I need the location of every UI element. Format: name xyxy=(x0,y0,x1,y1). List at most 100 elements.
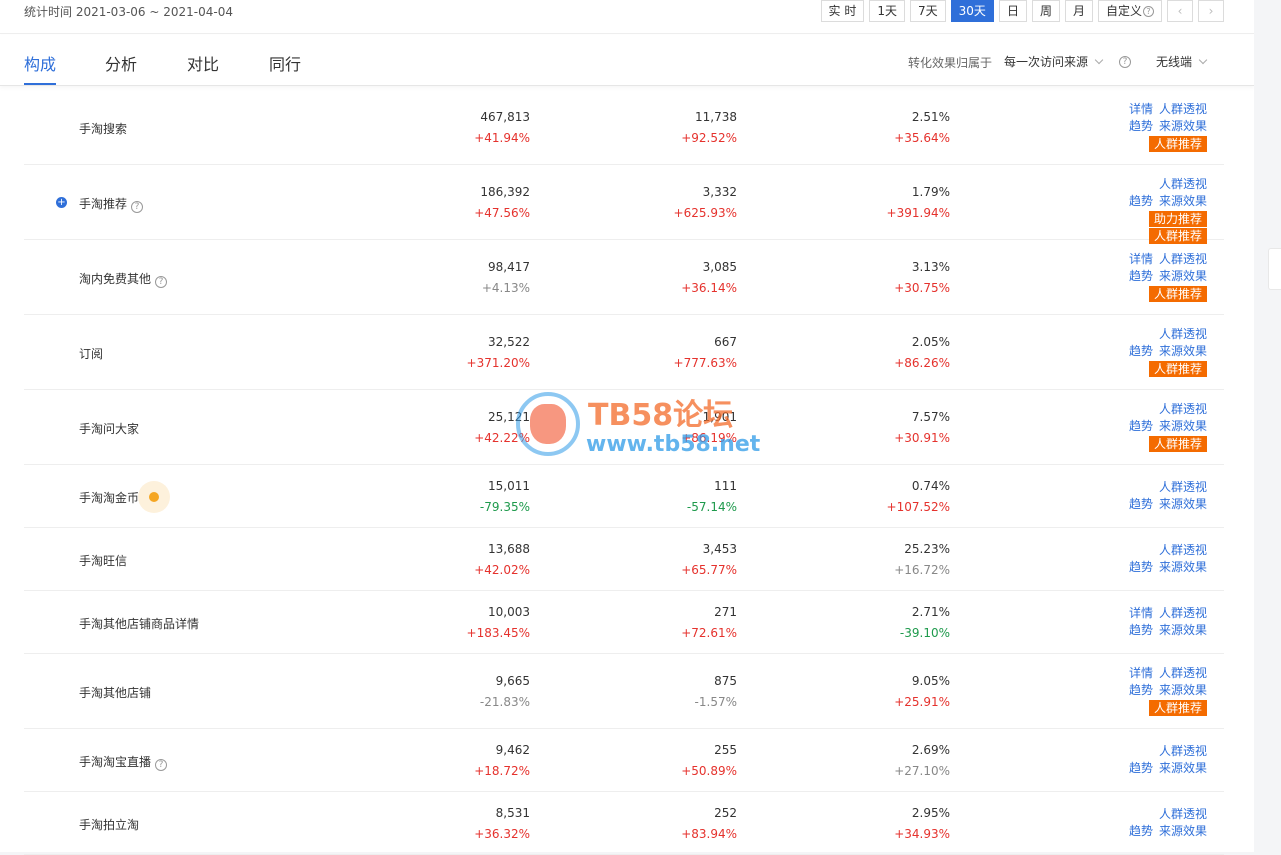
period-30day-button[interactable]: 30天 xyxy=(950,0,994,22)
metric-cell: 2.71% -39.10% xyxy=(810,602,950,644)
trend-link[interactable]: 趋势 xyxy=(1129,344,1153,358)
source-effect-link[interactable]: 来源效果 xyxy=(1159,560,1207,574)
crowd-insight-link[interactable]: 人群透视 xyxy=(1159,402,1207,416)
attribution-select[interactable]: 每一次访问来源 xyxy=(1004,53,1104,70)
table-row: 手淘问大家 25,121 +42.22% 1,901 +86.19% 7.57% +30.9… xyxy=(24,390,1224,465)
source-effect-link[interactable]: 来源效果 xyxy=(1159,119,1207,133)
metric-value: 2.71% xyxy=(911,604,950,619)
trend-link[interactable]: 趋势 xyxy=(1129,269,1153,283)
source-effect-link[interactable]: 来源效果 xyxy=(1159,497,1207,511)
metric-change: +41.94% xyxy=(474,130,530,145)
source-effect-link[interactable]: 来源效果 xyxy=(1159,419,1207,433)
period-month-button[interactable]: 月 xyxy=(1064,0,1093,22)
boost-recommend-tag[interactable]: 助力推荐 xyxy=(1148,211,1207,227)
prev-period-button[interactable]: ‹ xyxy=(1167,0,1193,22)
crowd-recommend-tag[interactable]: 人群推荐 xyxy=(1148,136,1207,152)
crowd-insight-link[interactable]: 人群透视 xyxy=(1159,177,1207,191)
metric-change: +30.75% xyxy=(894,280,950,295)
chevron-down-icon xyxy=(1094,55,1104,65)
metric-cell: 271 +72.61% xyxy=(597,602,737,644)
source-effect-link[interactable]: 来源效果 xyxy=(1159,824,1207,838)
help-icon[interactable]: ? xyxy=(155,758,168,771)
trend-link[interactable]: 趋势 xyxy=(1129,194,1153,208)
period-realtime-button[interactable]: 实 时 xyxy=(820,0,865,22)
next-period-button[interactable]: › xyxy=(1198,0,1224,22)
metric-change: +25.91% xyxy=(894,694,950,709)
metric-change: +371.20% xyxy=(466,355,530,370)
detail-link[interactable]: 详情 xyxy=(1129,252,1153,266)
row-actions: 人群透视 趋势 来源效果 xyxy=(1087,806,1207,840)
metric-cell: 7.57% +30.91% xyxy=(810,407,950,449)
help-icon[interactable]: ? xyxy=(155,275,168,288)
metric-value: 2.51% xyxy=(911,109,950,124)
source-effect-link[interactable]: 来源效果 xyxy=(1159,683,1207,697)
metric-cell: 9,462 +18.72% xyxy=(390,740,530,782)
source-effect-link[interactable]: 来源效果 xyxy=(1159,194,1207,208)
metric-change: +36.32% xyxy=(474,826,530,841)
crowd-insight-link[interactable]: 人群透视 xyxy=(1159,744,1207,758)
crowd-insight-link[interactable]: 人群透视 xyxy=(1159,480,1207,494)
trend-link[interactable]: 趋势 xyxy=(1129,560,1153,574)
crowd-insight-link[interactable]: 人群透视 xyxy=(1159,252,1207,266)
period-week-button[interactable]: 周 xyxy=(1031,0,1060,22)
side-panel-handle[interactable] xyxy=(1268,248,1281,290)
crowd-insight-link[interactable]: 人群透视 xyxy=(1159,606,1207,620)
trend-link[interactable]: 趋势 xyxy=(1129,824,1153,838)
crowd-recommend-tag[interactable]: 人群推荐 xyxy=(1148,700,1207,716)
source-name-label: 订阅 xyxy=(79,346,104,361)
metric-change: +50.89% xyxy=(681,763,737,778)
device-select[interactable]: 无线端 xyxy=(1156,53,1208,70)
period-1day-button[interactable]: 1天 xyxy=(869,0,906,22)
trend-link[interactable]: 趋势 xyxy=(1129,683,1153,697)
source-effect-link[interactable]: 来源效果 xyxy=(1159,269,1207,283)
period-7day-button[interactable]: 7天 xyxy=(910,0,946,22)
tab-peers[interactable]: 同行 xyxy=(269,51,301,75)
attribution-help-icon[interactable]: ? xyxy=(1119,53,1131,68)
tab-compare[interactable]: 对比 xyxy=(187,51,219,75)
row-actions: 详情 人群透视 趋势 来源效果人群推荐 xyxy=(1087,251,1207,303)
source-effect-link[interactable]: 来源效果 xyxy=(1159,761,1207,775)
metric-change: -79.35% xyxy=(479,499,530,514)
crowd-insight-link[interactable]: 人群透视 xyxy=(1159,102,1207,116)
trend-link[interactable]: 趋势 xyxy=(1129,119,1153,133)
crowd-insight-link[interactable]: 人群透视 xyxy=(1159,666,1207,680)
metric-value: 875 xyxy=(714,673,737,688)
metric-change: +27.10% xyxy=(894,763,950,778)
detail-link[interactable]: 详情 xyxy=(1129,606,1153,620)
right-scroll-strip xyxy=(1254,0,1281,852)
metric-cell: 255 +50.89% xyxy=(597,740,737,782)
trend-link[interactable]: 趋势 xyxy=(1129,497,1153,511)
help-icon[interactable]: ? xyxy=(131,200,144,213)
period-day-button[interactable]: 日 xyxy=(998,0,1027,22)
source-effect-link[interactable]: 来源效果 xyxy=(1159,344,1207,358)
trend-link[interactable]: 趋势 xyxy=(1129,623,1153,637)
tab-analysis[interactable]: 分析 xyxy=(105,51,137,75)
tab-composition[interactable]: 构成 xyxy=(24,51,57,85)
crowd-insight-link[interactable]: 人群透视 xyxy=(1159,327,1207,341)
crowd-insight-link[interactable]: 人群透视 xyxy=(1159,807,1207,821)
crowd-insight-link[interactable]: 人群透视 xyxy=(1159,543,1207,557)
metric-change: +34.93% xyxy=(894,826,950,841)
trend-link[interactable]: 趋势 xyxy=(1129,419,1153,433)
crowd-recommend-tag[interactable]: 人群推荐 xyxy=(1148,361,1207,377)
period-selector: 实 时 1天 7天 30天 日 周 月 自定义? ‹ › xyxy=(820,0,1224,22)
source-name: 手淘搜索 xyxy=(79,120,127,137)
source-name-label: 手淘拍立淘 xyxy=(79,817,140,832)
trend-link[interactable]: 趋势 xyxy=(1129,761,1153,775)
expand-plus-icon[interactable]: + xyxy=(56,196,67,208)
metric-change: +107.52% xyxy=(886,499,950,514)
metric-cell: 9.05% +25.91% xyxy=(810,671,950,713)
detail-link[interactable]: 详情 xyxy=(1129,102,1153,116)
metric-value: 25,121 xyxy=(488,409,530,424)
table-row: 订阅 32,522 +371.20% 667 +777.63% 2.05% +86.26% 人… xyxy=(24,315,1224,390)
crowd-recommend-tag[interactable]: 人群推荐 xyxy=(1148,286,1207,302)
source-name: 订阅 xyxy=(79,345,103,362)
metric-value: 2.05% xyxy=(911,334,950,349)
metric-cell: 3,332 +625.93% xyxy=(597,182,737,224)
source-effect-link[interactable]: 来源效果 xyxy=(1159,623,1207,637)
detail-link[interactable]: 详情 xyxy=(1129,666,1153,680)
metric-cell: 25,121 +42.22% xyxy=(390,407,530,449)
period-custom-button[interactable]: 自定义? xyxy=(1097,0,1162,22)
metric-cell: 467,813 +41.94% xyxy=(390,107,530,149)
crowd-recommend-tag[interactable]: 人群推荐 xyxy=(1148,436,1207,452)
